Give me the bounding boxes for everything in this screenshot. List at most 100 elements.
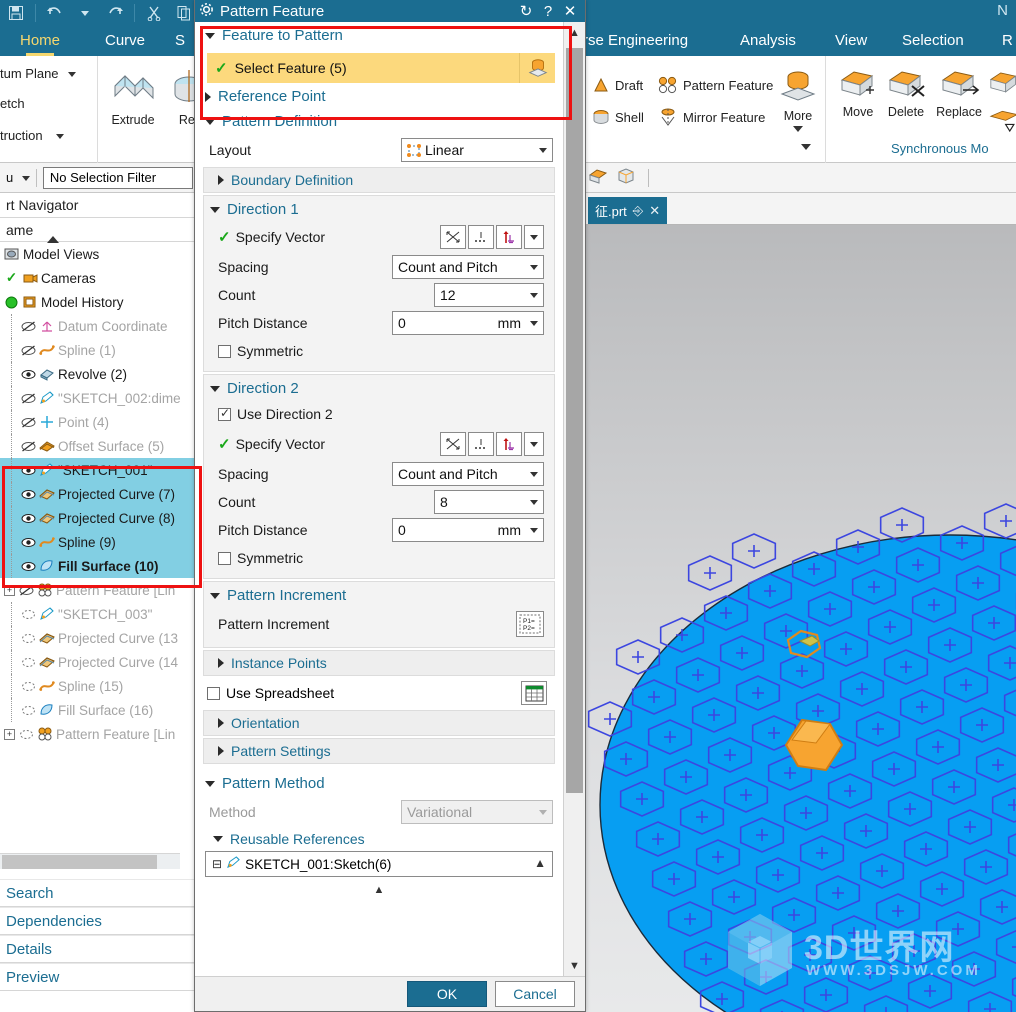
tree-node[interactable]: Spline (1) bbox=[0, 338, 194, 362]
expand-triangle-icon[interactable] bbox=[218, 658, 224, 668]
tree-node[interactable]: Revolve (2) bbox=[0, 362, 194, 386]
visible-eye-icon[interactable] bbox=[21, 537, 36, 548]
tree-node[interactable]: "SKETCH_003" bbox=[0, 602, 194, 626]
visible-eye-icon[interactable] bbox=[21, 489, 36, 500]
tree-node[interactable]: Projected Curve (7) bbox=[0, 482, 194, 506]
vector-dropdown-icon[interactable] bbox=[524, 225, 544, 249]
suppressed-marker-icon[interactable] bbox=[21, 609, 36, 620]
suppressed-marker-icon[interactable] bbox=[21, 705, 36, 716]
ribbon-item-shell[interactable]: Shell bbox=[592, 108, 644, 126]
hidden-eye-icon[interactable] bbox=[21, 392, 36, 404]
group-direction-1[interactable]: Direction 1 bbox=[204, 196, 554, 221]
collapse-triangle-icon[interactable] bbox=[205, 32, 215, 39]
close-icon[interactable]: ✕ bbox=[559, 2, 581, 20]
pattern-feature-dialog[interactable]: Pattern Feature ↻ ? ✕ ▲ ▼ Feature to Pat… bbox=[194, 0, 586, 1012]
vector-inferred-icon[interactable] bbox=[440, 432, 466, 456]
hidden-eye-icon[interactable] bbox=[19, 584, 34, 596]
graphics-viewport[interactable]: 3D世界网 WWW.3DSJW.COM bbox=[580, 225, 1016, 1012]
scrollbar-thumb[interactable] bbox=[566, 48, 583, 793]
dialog-scrollbar[interactable]: ▲ ▼ bbox=[563, 22, 585, 977]
select-feature-row[interactable]: ✓ Select Feature (5) bbox=[207, 53, 555, 83]
ribbon-item-datum-plane[interactable]: tum Plane bbox=[0, 66, 77, 81]
redo-icon[interactable] bbox=[101, 1, 129, 25]
tab-view[interactable]: View bbox=[835, 26, 867, 56]
collapse-box-icon[interactable]: ⊟ bbox=[212, 857, 222, 871]
tree-node[interactable]: Fill Surface (10) bbox=[0, 554, 194, 578]
tab-analysis[interactable]: Analysis bbox=[740, 26, 796, 56]
part-navigator-hscrollbar[interactable] bbox=[0, 853, 180, 869]
ribbon-button-extra-face-2[interactable] bbox=[984, 108, 1016, 139]
shaded-view-icon[interactable] bbox=[588, 167, 608, 188]
vector-points-icon[interactable] bbox=[468, 225, 494, 249]
part-navigator-sections[interactable]: Search Dependencies Details Preview bbox=[0, 879, 194, 991]
d1-symmetric-checkbox[interactable] bbox=[218, 344, 231, 358]
group-pattern-settings[interactable]: Pattern Settings bbox=[203, 738, 555, 764]
selection-filter-input[interactable]: No Selection Filter bbox=[42, 166, 193, 189]
suppressed-marker-icon[interactable] bbox=[21, 633, 36, 644]
part-navigator-column-header[interactable]: ame bbox=[0, 218, 194, 243]
tree-node[interactable]: Offset Surface (5) bbox=[0, 434, 194, 458]
suppressed-marker-icon[interactable] bbox=[19, 729, 34, 740]
collapse-triangle-icon[interactable] bbox=[210, 206, 220, 213]
reset-icon[interactable]: ↻ bbox=[515, 2, 537, 20]
reusable-references-list[interactable]: ⊟ SKETCH_001:Sketch(6) ▲ bbox=[205, 851, 553, 877]
d2-use-direction-row[interactable]: Use Direction 2 bbox=[204, 400, 554, 428]
visible-eye-icon[interactable] bbox=[21, 561, 36, 572]
navigator-section-details[interactable]: Details bbox=[0, 935, 194, 963]
tab-surface[interactable]: S bbox=[175, 26, 185, 56]
chevron-down-icon[interactable] bbox=[793, 126, 803, 132]
vector-inferred-icon[interactable] bbox=[440, 225, 466, 249]
ribbon-button-extra-face-1[interactable] bbox=[984, 68, 1016, 99]
collapse-triangle-icon[interactable] bbox=[210, 385, 220, 392]
hidden-eye-icon[interactable] bbox=[21, 416, 36, 428]
selection-menu-button[interactable]: u bbox=[2, 170, 30, 185]
document-tab[interactable]: 征.prt ⎆ ✕ bbox=[588, 197, 668, 224]
chevron-down-icon[interactable] bbox=[530, 293, 538, 298]
chevron-down-icon[interactable] bbox=[56, 134, 65, 140]
group-boundary-definition[interactable]: Boundary Definition bbox=[203, 167, 555, 193]
chevron-down-icon[interactable] bbox=[530, 265, 538, 270]
ribbon-item-mirror-feature[interactable]: Mirror Feature bbox=[658, 108, 765, 126]
collapse-triangle-icon[interactable] bbox=[205, 118, 215, 125]
tree-node[interactable]: Datum Coordinate bbox=[0, 314, 194, 338]
d1-symmetric-row[interactable]: Symmetric bbox=[204, 337, 554, 365]
dialog-title-bar[interactable]: Pattern Feature ↻ ? ✕ bbox=[195, 0, 585, 22]
tree-node[interactable]: ✓ Cameras bbox=[0, 266, 194, 290]
group-pattern-definition[interactable]: Pattern Definition bbox=[195, 108, 563, 135]
navigator-section-preview[interactable]: Preview bbox=[0, 963, 194, 991]
model-history-tree[interactable]: Model Views ✓ Cameras Model History Datum Co… bbox=[0, 242, 194, 746]
ribbon-button-replace-face[interactable]: Replace bbox=[929, 66, 989, 119]
tree-node[interactable]: + Pattern Feature [Lin bbox=[0, 578, 194, 602]
visible-eye-icon[interactable] bbox=[21, 369, 36, 380]
group-orientation[interactable]: Orientation bbox=[203, 710, 555, 736]
chevron-down-icon[interactable] bbox=[530, 321, 538, 326]
collapse-triangle-icon[interactable] bbox=[210, 592, 220, 599]
chevron-down-icon[interactable] bbox=[530, 472, 538, 477]
tab-curve[interactable]: Curve bbox=[105, 26, 145, 56]
dialog-resize-grip[interactable]: ▲ bbox=[195, 885, 563, 899]
group-pattern-increment[interactable]: Pattern Increment bbox=[204, 582, 554, 607]
save-icon[interactable] bbox=[2, 1, 30, 25]
ribbon-button-more[interactable]: More bbox=[768, 68, 828, 132]
d2-symmetric-checkbox[interactable] bbox=[218, 551, 231, 565]
tab-render[interactable]: R bbox=[1002, 26, 1013, 56]
suppressed-marker-icon[interactable] bbox=[21, 681, 36, 692]
scrollbar-thumb[interactable] bbox=[2, 855, 157, 869]
vector-datum-icon[interactable] bbox=[496, 432, 522, 456]
wireframe-view-icon[interactable] bbox=[616, 167, 636, 188]
expand-triangle-icon[interactable] bbox=[218, 175, 224, 185]
scrollbar-track[interactable] bbox=[566, 44, 583, 955]
navigator-section-search[interactable]: Search bbox=[0, 879, 194, 907]
d2-spacing-select[interactable]: Count and Pitch bbox=[392, 462, 544, 486]
tree-node[interactable]: Spline (15) bbox=[0, 674, 194, 698]
use-spreadsheet-checkbox[interactable] bbox=[207, 686, 220, 700]
expand-triangle-icon[interactable] bbox=[218, 746, 224, 756]
d1-spacing-select[interactable]: Count and Pitch bbox=[392, 255, 544, 279]
scroll-down-arrow[interactable]: ▼ bbox=[564, 955, 585, 977]
d1-pitch-input[interactable]: 0 mm bbox=[392, 311, 544, 335]
chevron-down-icon[interactable] bbox=[530, 528, 538, 533]
group-reference-point[interactable]: Reference Point bbox=[195, 85, 563, 108]
tree-node[interactable]: "SKETCH_001" bbox=[0, 458, 194, 482]
d2-count-input[interactable]: 8 bbox=[434, 490, 544, 514]
d2-pitch-input[interactable]: 0 mm bbox=[392, 518, 544, 542]
